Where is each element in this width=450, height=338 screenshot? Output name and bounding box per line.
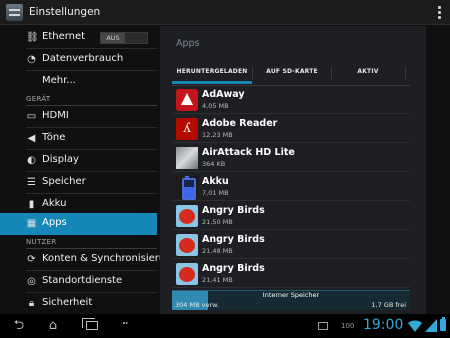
sync-icon: ⟳ (27, 254, 36, 265)
app-size: 21,48 MB (202, 247, 233, 255)
sidebar-item-battery[interactable]: ▮ Akku (0, 194, 157, 215)
sidebar-item-more[interactable]: Mehr... (0, 71, 157, 92)
sidebar-item-label: Akku (42, 198, 67, 209)
sidebar-item-label: HDMI (42, 110, 69, 121)
sidebar-item-security[interactable]: 🔒︎ Sicherheit (0, 293, 157, 314)
signal-icon (425, 319, 437, 332)
sidebar-item-storage[interactable]: ☰ Speicher (0, 172, 157, 193)
settings-app-icon[interactable] (6, 4, 23, 21)
angry-birds-icon (176, 205, 198, 227)
list-item-angry-birds[interactable]: Angry Birds 21,41 MB (172, 260, 410, 288)
lock-icon: 🔒︎ (28, 298, 35, 309)
app-name: Angry Birds (202, 205, 265, 216)
page-title: Einstellungen (29, 6, 101, 18)
brightness-icon: ◐ (27, 155, 36, 166)
recent-apps-icon[interactable] (82, 318, 98, 330)
storage-icon: ☰ (27, 177, 36, 188)
app-name: AirAttack HD Lite (202, 147, 295, 158)
sidebar-item-label: Ethernet (42, 31, 86, 42)
sidebar-item-label: Sicherheit (42, 297, 93, 308)
app-size: 12,23 MB (202, 131, 233, 139)
battery-icon (440, 317, 446, 331)
data-usage-icon: ◔ (27, 54, 36, 65)
monitor-icon: ▭ (26, 111, 37, 122)
menu-icon[interactable] (123, 322, 126, 331)
sidebar-item-data-usage[interactable]: ◔ Datenverbrauch (0, 49, 157, 70)
back-icon[interactable]: ⮌ (12, 319, 26, 333)
app-size: 21,50 MB (202, 218, 233, 226)
app-name: Akku (202, 176, 229, 187)
apps-pane: Apps HERUNTERGELADEN AUF SD-KARTE AKTIV … (160, 26, 426, 314)
adaway-icon (176, 89, 198, 111)
app-size: 4,05 MB (202, 102, 229, 110)
action-bar: Einstellungen (0, 0, 450, 25)
app-size: 364 KB (202, 160, 226, 168)
sidebar-item-display[interactable]: ◐ Display (0, 150, 157, 171)
sidebar-item-label: Datenverbrauch (42, 53, 124, 64)
tab-sd-card[interactable]: AUF SD-KARTE (253, 62, 331, 84)
list-item-airattack[interactable]: AirAttack HD Lite 364 KB (172, 144, 410, 172)
airattack-icon (176, 147, 198, 169)
ethernet-icon: ⛓ (26, 32, 39, 43)
overflow-menu-icon[interactable] (436, 5, 442, 20)
adobe-reader-icon: ʎ (176, 118, 198, 140)
speaker-icon: ◀ (27, 133, 36, 144)
storage-used: 304 MB verw. (175, 301, 219, 309)
list-item-adobe-reader[interactable]: ʎ Adobe Reader 12,23 MB (172, 115, 410, 143)
storage-free: 1,7 GB frei (371, 301, 406, 309)
akku-battery-icon (176, 176, 198, 200)
system-bar: ⮌ ⌂ 100 19:00 (0, 314, 450, 338)
list-item-angry-birds[interactable]: Angry Birds 21,48 MB (172, 231, 410, 259)
apps-icon: ▦ (26, 218, 37, 229)
app-name: AdAway (202, 89, 245, 100)
list-item-adaway[interactable]: AdAway 4,05 MB (172, 86, 410, 114)
sidebar-item-sounds[interactable]: ◀ Töne (0, 128, 157, 149)
settings-sidebar: ⛓ Ethernet AUS ◔ Datenverbrauch Mehr... … (0, 26, 172, 314)
list-item-angry-birds[interactable]: Angry Birds 21,50 MB (172, 202, 410, 230)
sidebar-item-label: Konten & Synchronisieru.. (42, 253, 172, 264)
tab-separator (405, 67, 406, 79)
section-header-device: GERÄT (26, 95, 51, 103)
ethernet-toggle[interactable]: AUS (100, 32, 148, 44)
sidebar-item-apps[interactable]: ▦ Apps (0, 213, 157, 235)
clock[interactable]: 19:00 (363, 317, 403, 333)
angry-birds-icon (176, 234, 198, 256)
sidebar-item-label: Mehr... (42, 75, 76, 86)
sidebar-item-label: Töne (42, 132, 66, 143)
sidebar-item-label: Apps (42, 217, 67, 228)
sidebar-item-ethernet[interactable]: ⛓ Ethernet AUS (0, 27, 157, 48)
tab-downloaded[interactable]: HERUNTERGELADEN (172, 62, 252, 84)
pane-title: Apps (176, 38, 200, 49)
app-name: Adobe Reader (202, 118, 278, 129)
angry-birds-icon (176, 263, 198, 285)
tab-bar: HERUNTERGELADEN AUF SD-KARTE AKTIV (172, 62, 410, 84)
sidebar-item-label: Speicher (42, 176, 86, 187)
app-name: Angry Birds (202, 234, 265, 245)
location-icon: ◎ (27, 276, 36, 287)
storage-title: Interner Speicher (262, 291, 320, 299)
sidebar-item-location[interactable]: ◎ Standortdienste (0, 271, 157, 292)
battery-level-text: 100 (341, 322, 355, 330)
tab-running[interactable]: AKTIV (332, 62, 404, 84)
section-header-user: NUTZER (26, 238, 57, 246)
sidebar-item-label: Display (42, 154, 79, 165)
app-name: Angry Birds (202, 263, 265, 274)
gallery-notification-icon[interactable] (318, 322, 328, 330)
app-size: 21,41 MB (202, 276, 233, 284)
toggle-state: AUS (101, 33, 125, 43)
list-item-akku[interactable]: Akku 7,01 MB (172, 173, 410, 201)
battery-icon: ▮ (28, 199, 35, 210)
sidebar-item-label: Standortdienste (42, 275, 123, 286)
sidebar-item-accounts[interactable]: ⟳ Konten & Synchronisieru.. (0, 249, 171, 270)
sidebar-item-hdmi[interactable]: ▭ HDMI (0, 106, 157, 127)
app-size: 7,01 MB (202, 189, 229, 197)
storage-usage-bar: Interner Speicher 304 MB verw. 1,7 GB fr… (172, 290, 410, 310)
home-icon[interactable]: ⌂ (46, 319, 60, 333)
wifi-icon (408, 320, 422, 332)
